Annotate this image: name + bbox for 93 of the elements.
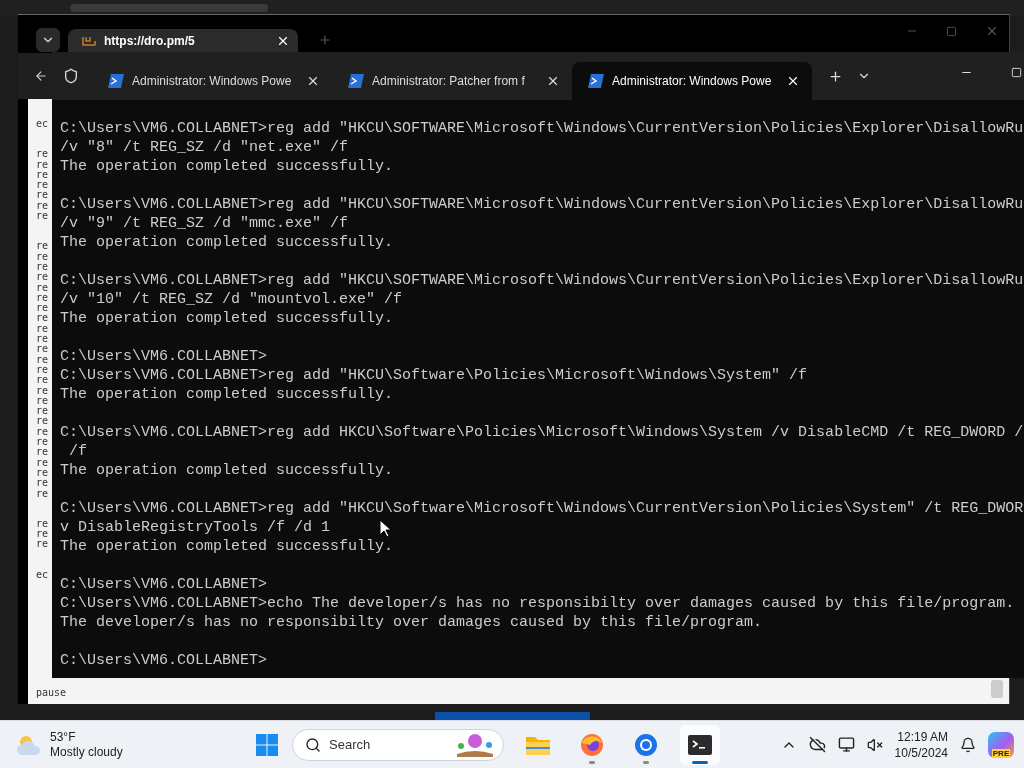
page-text-line: re [36,251,49,262]
page-text-line: re [36,354,49,365]
console-line: C:\Users\VM6.COLLABNET>reg add HKCU\Software\Policies\Microsoft\Windows\System /v DisableCMD /t REG_DWORD / [60,423,1024,442]
circle-browser-icon [634,732,658,757]
cloud-off-icon[interactable] [808,736,826,753]
console-line: /v "8" /t REG_SZ /d "net.exe" /f [60,138,349,157]
page-text-line: re [36,416,49,427]
page-text-line: re [36,395,49,407]
weather-condition-text: Mostly cloudy [50,744,123,760]
page-text-line: re [36,344,49,355]
site-icon [82,36,96,46]
page-text-line: re [36,241,49,252]
page-text-line: re [36,406,49,417]
temperature-text: 53°F [50,729,77,745]
page-text-line: re [36,457,49,468]
page-text-line: re [36,447,49,458]
terminal-icon [688,734,712,755]
console-line: v DisableRegistryTools /f /d 1 [60,518,331,537]
page-text-line: re [36,282,49,293]
back-icon[interactable] [34,69,48,83]
console-line: C:\Users\VM6.COLLABNET>reg add "HKCU\SOFTWARE\Microsoft\Windows\CurrentVersion\Policies\Explorer\DisallowRu [60,195,1024,214]
page-text-line: re [36,190,49,201]
monitor-icon[interactable] [837,736,855,753]
console-line: C:\Users\VM6.COLLABNET>reg add "HKCU\Software\Microsoft\Windows\CurrentVersion\Policies\System" /t REG_DWOR [60,499,1024,518]
browser-tab[interactable]: https://dro.pm/5 [68,29,298,53]
prompt-icon [348,74,364,88]
page-text-line: re [36,539,49,550]
console-line: C:\Users\VM6.COLLABNET> [60,347,268,366]
page-text-line: re [36,364,49,376]
console-line: /f [68,442,87,461]
clock[interactable]: 12:19 AM 10/5/2024 [894,728,948,761]
console-line: The operation completed successfully. [60,537,394,556]
page-text-line: re [36,478,49,489]
page-text-line: re [36,529,49,540]
console-line: C:\Users\VM6.COLLABNET> [60,651,268,670]
page-text-line: re [36,375,49,386]
fox-browser-icon [580,732,604,757]
prompt-icon [588,74,604,88]
console-line: The operation completed successfully. [60,157,394,176]
console-line: /v "9" /t REG_SZ /d "mmc.exe" /f [60,214,349,233]
page-text-line: re [36,180,49,191]
close-icon[interactable] [786,74,800,88]
page-text-line: re [36,303,49,314]
page-text-line: re [36,488,49,499]
close-icon[interactable] [546,74,560,88]
console-line: The operation completed successfully. [60,385,394,404]
console-line: C:\Users\VM6.COLLABNET>reg add "HKCU\SOFTWARE\Microsoft\Windows\CurrentVersion\Policies\Explorer\DisallowRu [60,119,1024,138]
search-icon [305,736,321,753]
taskbar-app-button[interactable] [680,724,720,765]
mouse-pointer-icon [379,519,391,538]
page-text-line: re [36,272,49,283]
page-text-line: re [36,385,49,396]
page-text-line: re [36,467,49,479]
page-text-line: re [36,313,49,324]
start-icon[interactable] [256,733,278,756]
page-text-line: re [36,211,49,222]
page-text-line: re [36,518,49,530]
terminal-tab[interactable]: Administrator: Windows Powe [92,62,332,100]
page-text-line: re [36,437,49,448]
page-text-line: re [36,261,49,273]
console-line: The operation completed successfully. [60,309,394,328]
page-text-line: re [36,200,49,212]
maximize-icon[interactable] [1011,67,1022,78]
console-line: C:\Users\VM6.COLLABNET>reg add "HKCU\Software\Policies\Microsoft\Windows\System" /f [60,366,808,385]
search-field[interactable]: Search [292,728,504,761]
page-text-line: re [36,323,49,335]
terminal-tab[interactable]: Administrator: Windows Powe [572,62,812,100]
page-text-line: re [36,426,49,437]
console-line: /v "10" /t REG_SZ /d "mountvol.exe" /f [60,290,403,309]
volume-muted-icon[interactable] [866,736,883,753]
page-text-line: re [36,149,49,160]
page-text-line: re [36,334,49,345]
console-line: The operation completed successfully. [60,233,394,252]
bell-icon[interactable] [960,736,976,753]
prompt-icon [108,74,124,88]
page-text-line: ec [36,119,49,130]
page-text-line: re [36,159,49,170]
scrollbar-thumb[interactable] [991,680,1003,698]
page-text-line: re [36,292,49,304]
copilot-icon[interactable]: PRE [988,731,1014,758]
page-text-line: ec [36,569,49,580]
new-tab-icon[interactable] [828,68,843,84]
console-line: C:\Users\VM6.COLLABNET> [60,575,268,594]
close-icon[interactable] [306,74,320,88]
page-text-line: re [36,169,49,181]
close-icon[interactable] [276,34,290,48]
console-line: The operation completed successfully. [60,461,394,480]
console-line: C:\Users\VM6.COLLABNET>echo The developer/s has no responsibilty over damages caused by this file/program. [60,594,1015,613]
terminal-tab[interactable]: Administrator: Patcher from f [332,62,572,100]
page-text-line: pause [36,687,67,698]
tab-list-button[interactable] [36,28,60,52]
console-line: The developer/s has no responsibilty over damages caused by this file/program. [60,613,763,632]
console-line: C:\Users\VM6.COLLABNET>reg add "HKCU\SOFTWARE\Microsoft\Windows\CurrentVersion\Policies\Explorer\DisallowRu [60,271,1024,290]
